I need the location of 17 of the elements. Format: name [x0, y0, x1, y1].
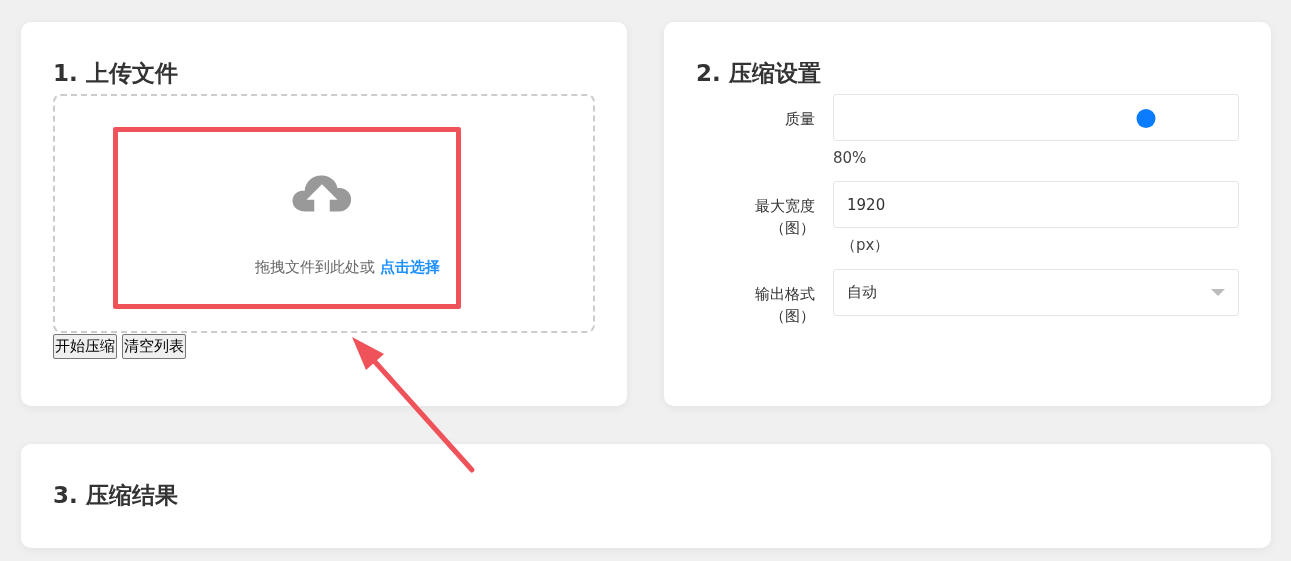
section-title: 2. 压缩设置	[696, 59, 822, 88]
slider-thumb[interactable]	[1136, 109, 1156, 128]
field-label: 最大宽度（图）	[754, 196, 815, 239]
format-select[interactable]: 自动	[833, 269, 1239, 316]
field-label: 输出格式（图）	[754, 284, 815, 327]
width-input[interactable]: 1920	[833, 181, 1239, 228]
section-title: 3. 压缩结果	[53, 481, 179, 510]
caret-icon	[1211, 289, 1225, 296]
drop-zone[interactable]: 拖拽文件到此处或 点击选择	[53, 94, 595, 333]
quality-reading: 80%	[833, 149, 868, 167]
field-label: 质量	[784, 109, 815, 130]
drop-hint: 拖拽文件到此处或	[254, 258, 375, 277]
action-button[interactable]: 清空列表	[122, 334, 186, 359]
action-button[interactable]: 开始压缩	[53, 334, 117, 359]
section-title: 1. 上传文件	[53, 59, 179, 88]
unit-label: （px）	[840, 236, 891, 255]
quality-slider[interactable]	[833, 94, 1239, 141]
